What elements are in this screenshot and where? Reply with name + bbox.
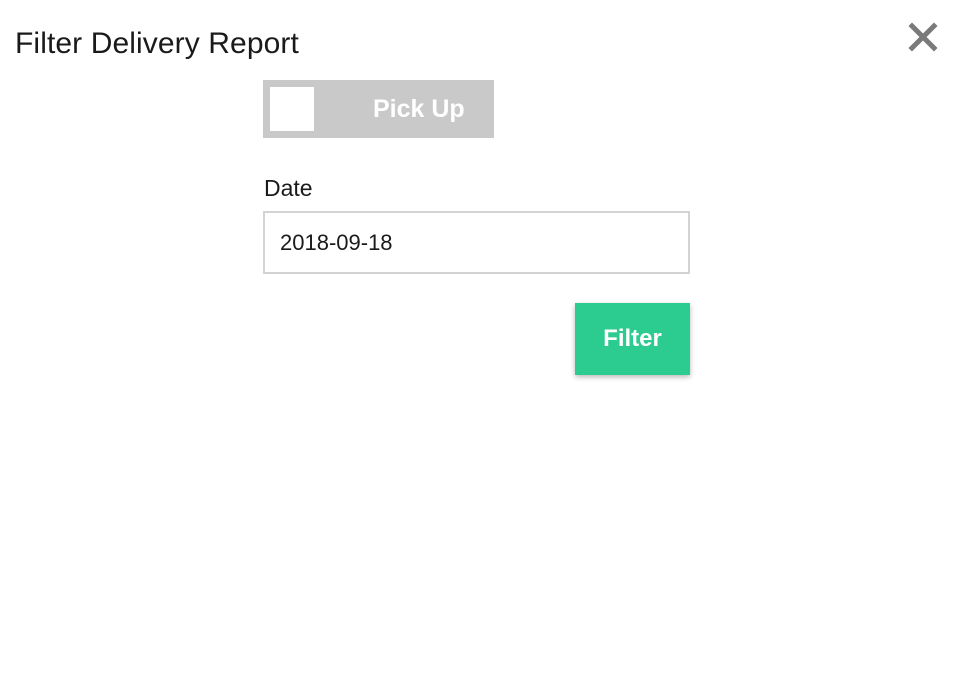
close-button[interactable] [902,16,944,58]
filter-delivery-report-dialog: Filter Delivery Report Pick Up Date Filt… [0,0,966,696]
toggle-knob[interactable] [270,87,314,131]
toggle-label: Pick Up [373,95,465,123]
pick-up-toggle[interactable]: Pick Up [263,80,494,138]
filter-button[interactable]: Filter [575,303,690,375]
date-label: Date [264,175,313,201]
date-input[interactable] [263,211,690,274]
close-icon [908,22,938,52]
dialog-title: Filter Delivery Report [15,27,299,60]
